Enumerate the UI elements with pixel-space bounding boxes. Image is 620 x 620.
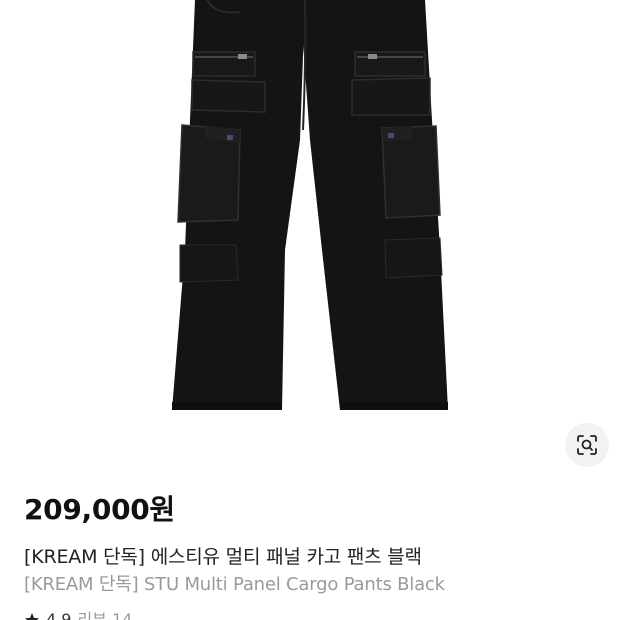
rating-row[interactable]: 4.9 리뷰 14	[24, 608, 132, 620]
product-image[interactable]	[0, 0, 620, 480]
star-icon	[25, 613, 39, 620]
lens-search-icon	[577, 435, 597, 455]
product-price: 209,000원	[24, 493, 175, 526]
product-title-english: [KREAM 단독] STU Multi Panel Cargo Pants B…	[24, 574, 445, 595]
rating-value: 4.9	[46, 610, 72, 620]
review-count[interactable]: 리뷰 14	[77, 608, 132, 620]
cargo-pants-illustration	[172, 0, 448, 410]
product-title-korean[interactable]: [KREAM 단독] 에스티유 멀티 패널 카고 팬츠 블랙	[24, 543, 422, 571]
lens-search-button[interactable]	[565, 423, 609, 467]
